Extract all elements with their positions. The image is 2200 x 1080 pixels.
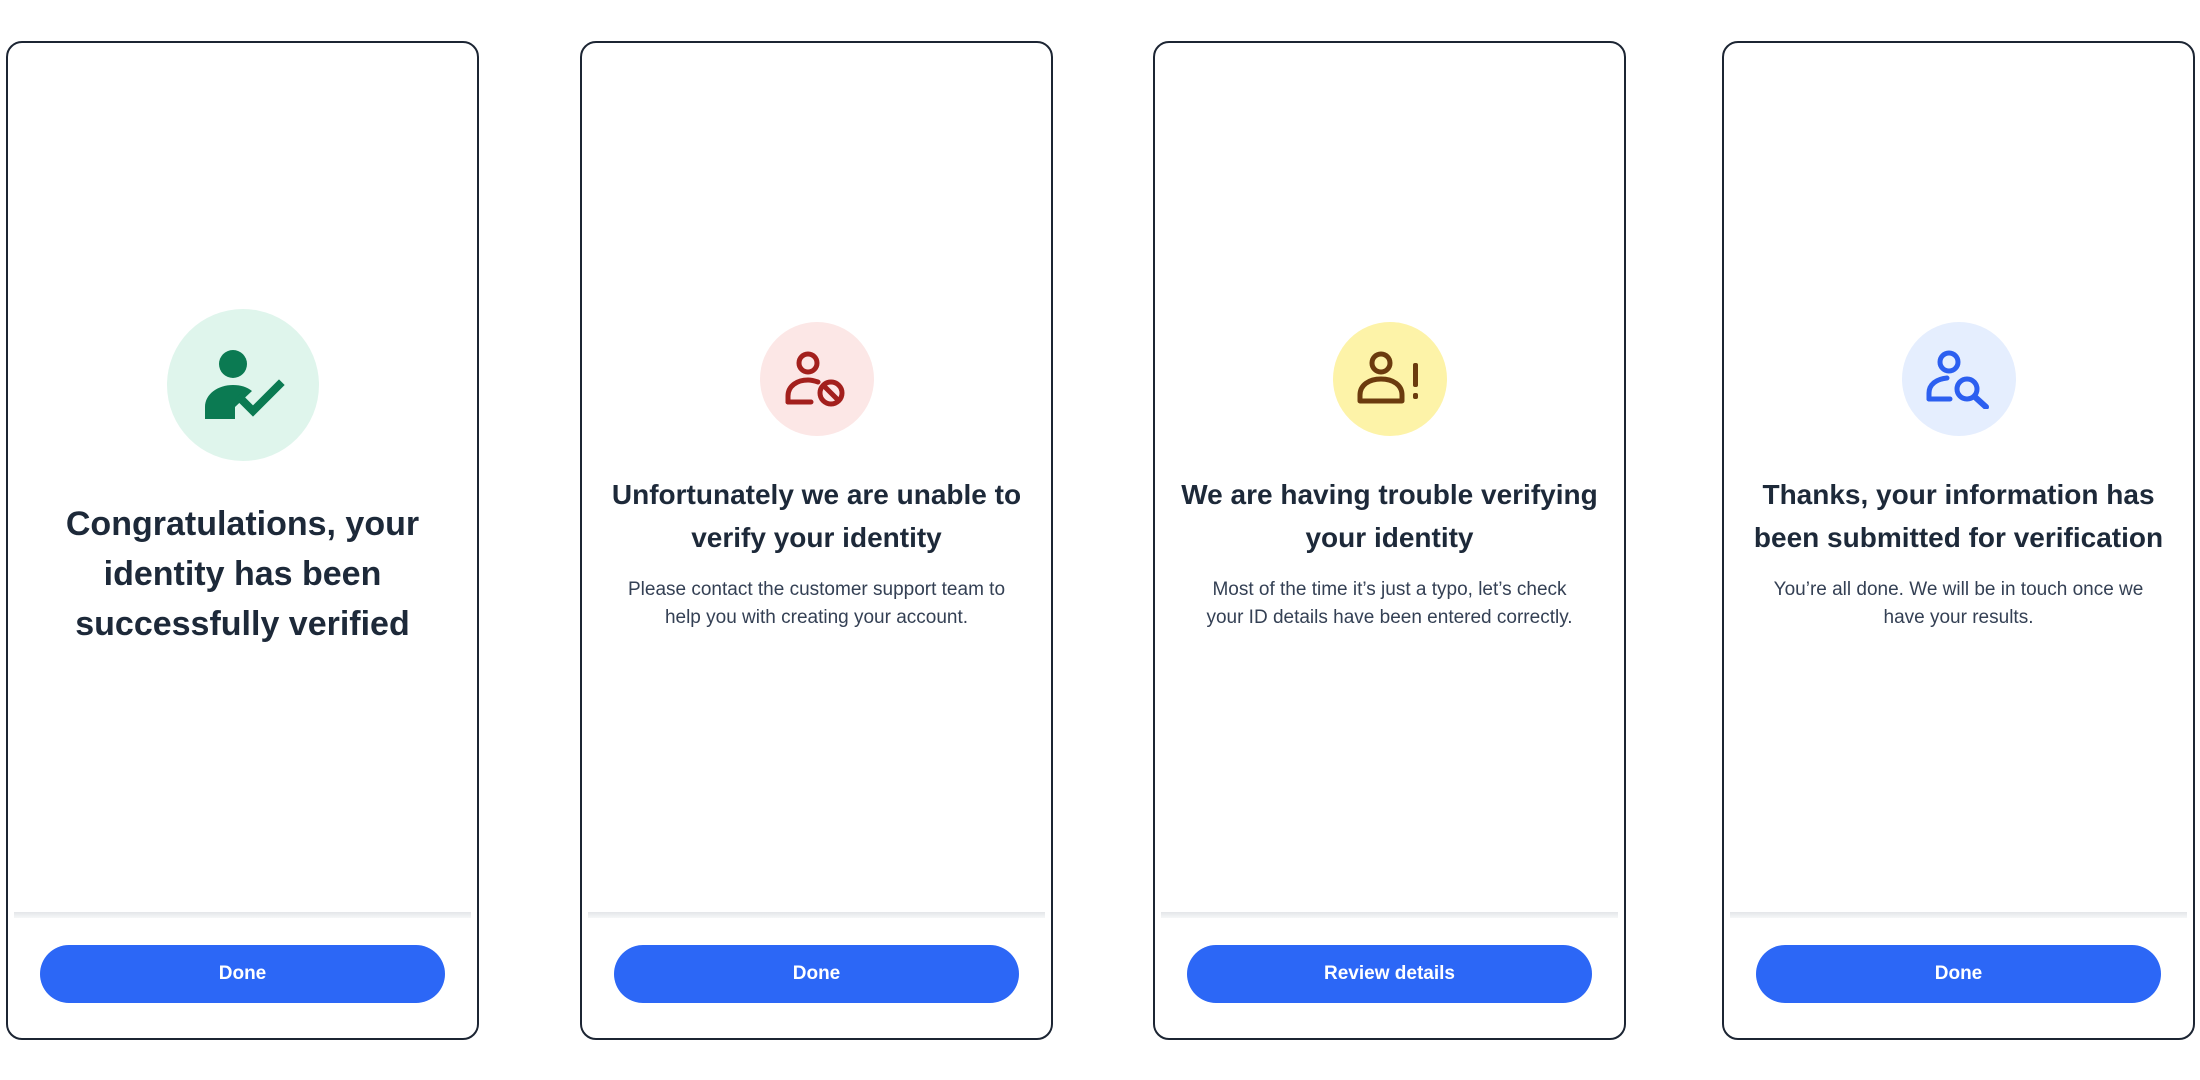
done-button[interactable]: Done (1756, 945, 2161, 1003)
verification-submitted-screen: Thanks, your information has been submit… (1722, 41, 2195, 1040)
user-alert-icon (1357, 351, 1423, 407)
status-icon-circle (1901, 322, 2016, 436)
done-button[interactable]: Done (40, 945, 445, 1003)
screen-title: Thanks, your information has been submit… (1753, 479, 2164, 553)
verification-failed-screen: Unfortunately we are unable to verify yo… (580, 41, 1053, 1040)
status-icon-circle (759, 322, 874, 436)
screen-title: Congratulations, your identity has been … (65, 505, 420, 643)
footer-divider (1730, 912, 2187, 918)
user-search-icon (1926, 349, 1992, 409)
user-blocked-icon (785, 350, 849, 408)
screen-description: You’re all done. We will be in touch onc… (1773, 579, 2144, 628)
screen-title: We are having trouble verifying your ide… (1181, 479, 1598, 553)
verification-trouble-screen: We are having trouble verifying your ide… (1153, 41, 1626, 1040)
screen-description: Please contact the customer support team… (627, 579, 1006, 628)
review-details-button[interactable]: Review details (1187, 945, 1592, 1003)
footer-divider (588, 912, 1045, 918)
status-icon-circle (1332, 322, 1447, 436)
verification-success-screen: Congratulations, your identity has been … (6, 41, 479, 1040)
user-check-icon (201, 349, 285, 421)
screen-description: Most of the time it’s just a typo, let’s… (1206, 579, 1573, 628)
footer-divider (1161, 912, 1618, 918)
footer-divider (14, 912, 471, 918)
status-icon-circle (166, 309, 319, 461)
done-button[interactable]: Done (614, 945, 1019, 1003)
screen-title: Unfortunately we are unable to verify yo… (611, 479, 1022, 553)
